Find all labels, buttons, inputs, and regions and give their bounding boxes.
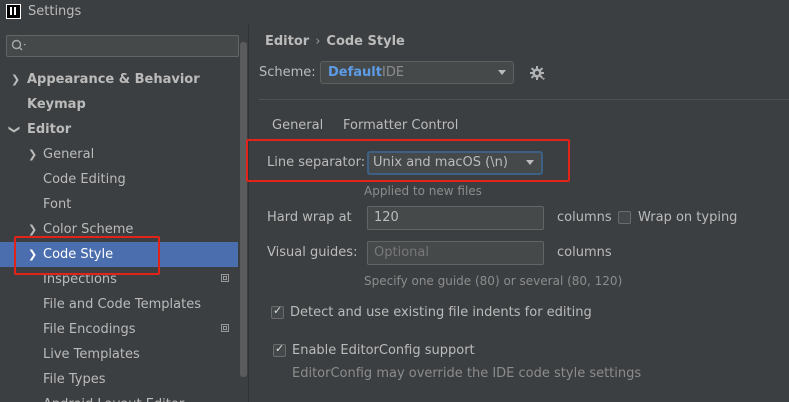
sidebar-item-file-encodings[interactable]: File Encodings bbox=[0, 317, 248, 342]
breadcrumb: Editor › Code Style bbox=[265, 34, 405, 49]
highlight-box bbox=[14, 236, 160, 275]
tab-formatter-control[interactable]: Formatter Control bbox=[343, 118, 458, 133]
scheme-dropdown[interactable]: Default IDE bbox=[320, 61, 514, 84]
detect-indents-checkbox[interactable] bbox=[271, 304, 284, 319]
visual-guides-input[interactable]: Optional bbox=[367, 241, 544, 265]
sidebar-item-file-types[interactable]: File Types bbox=[0, 367, 248, 392]
hard-wrap-columns-label: columns bbox=[557, 210, 612, 225]
wrap-on-typing-label: Wrap on typing bbox=[638, 210, 738, 225]
sidebar-item-label: Code Editing bbox=[43, 172, 126, 187]
sidebar-item-label: File Encodings bbox=[43, 322, 136, 337]
sidebar-item-label: Keymap bbox=[27, 97, 86, 112]
hard-wrap-label: Hard wrap at bbox=[267, 210, 352, 225]
chevron-right-icon: ❯ bbox=[28, 148, 38, 161]
sidebar-item-label: File Types bbox=[43, 372, 106, 387]
sidebar-item-label: Font bbox=[43, 197, 72, 212]
editorconfig-hint: EditorConfig may override the IDE code s… bbox=[292, 366, 642, 381]
sidebar-item-android-layout-editor[interactable]: Android Layout Editor bbox=[0, 392, 248, 402]
intellij-app-icon bbox=[6, 4, 21, 19]
applied-hint: Applied to new files bbox=[364, 184, 482, 198]
visual-guides-label: Visual guides: bbox=[267, 245, 358, 260]
dropdown-arrow-icon bbox=[498, 70, 506, 75]
chevron-right-icon: ❯ bbox=[11, 73, 21, 86]
chevron-down-icon: ❯ bbox=[8, 124, 22, 135]
settings-search-input[interactable] bbox=[6, 35, 239, 57]
sidebar-item-label: Android Layout Editor bbox=[43, 392, 184, 402]
sidebar-item-label: Editor bbox=[27, 122, 72, 137]
sidebar-item-label: Live Templates bbox=[43, 347, 140, 362]
title-bar: Settings bbox=[0, 0, 789, 25]
sidebar-item-appearance-behavior[interactable]: ❯ Appearance & Behavior bbox=[0, 67, 248, 92]
editorconfig-checkbox[interactable] bbox=[273, 342, 286, 357]
sidebar-item-editor[interactable]: ❯ Editor bbox=[0, 117, 248, 142]
sidebar-item-code-editing[interactable]: Code Editing bbox=[0, 167, 248, 192]
editorconfig-label: Enable EditorConfig support bbox=[292, 343, 475, 358]
sidebar-item-label: Appearance & Behavior bbox=[27, 72, 200, 87]
guides-hint: Specify one guide (80) or several (80, 1… bbox=[364, 274, 623, 288]
sidebar-item-label: General bbox=[43, 147, 95, 162]
detect-indents-label: Detect and use existing file indents for… bbox=[290, 305, 592, 320]
scheme-tag: IDE bbox=[382, 65, 405, 80]
window-title: Settings bbox=[28, 4, 82, 19]
tab-general[interactable]: General bbox=[272, 118, 323, 133]
visual-guides-columns-label: columns bbox=[557, 245, 612, 260]
header-separator bbox=[259, 99, 789, 100]
settings-sidebar: ❯ Appearance & Behavior Keymap ❯ Editor … bbox=[0, 25, 248, 402]
scheme-label: Scheme: bbox=[259, 65, 316, 80]
highlight-box bbox=[246, 139, 570, 182]
sidebar-item-keymap[interactable]: Keymap bbox=[0, 92, 248, 117]
hard-wrap-input[interactable]: 120 bbox=[367, 206, 544, 230]
sidebar-item-font[interactable]: Font bbox=[0, 192, 248, 217]
sidebar-scrollbar[interactable] bbox=[240, 42, 247, 377]
breadcrumb-current: Code Style bbox=[326, 34, 405, 49]
sidebar-item-label: File and Code Templates bbox=[43, 297, 201, 312]
sidebar-item-file-code-templates[interactable]: File and Code Templates bbox=[0, 292, 248, 317]
breadcrumb-parent[interactable]: Editor bbox=[265, 34, 309, 49]
project-settings-icon bbox=[221, 274, 229, 282]
sidebar-item-live-templates[interactable]: Live Templates bbox=[0, 342, 248, 367]
breadcrumb-separator: › bbox=[315, 34, 321, 49]
scheme-name: Default bbox=[328, 65, 382, 80]
gear-icon[interactable] bbox=[529, 65, 545, 81]
wrap-on-typing-checkbox[interactable] bbox=[618, 211, 631, 224]
search-icon bbox=[11, 39, 26, 51]
sidebar-item-general[interactable]: ❯ General bbox=[0, 142, 248, 167]
panel-divider bbox=[248, 25, 249, 402]
project-settings-icon bbox=[221, 324, 229, 332]
